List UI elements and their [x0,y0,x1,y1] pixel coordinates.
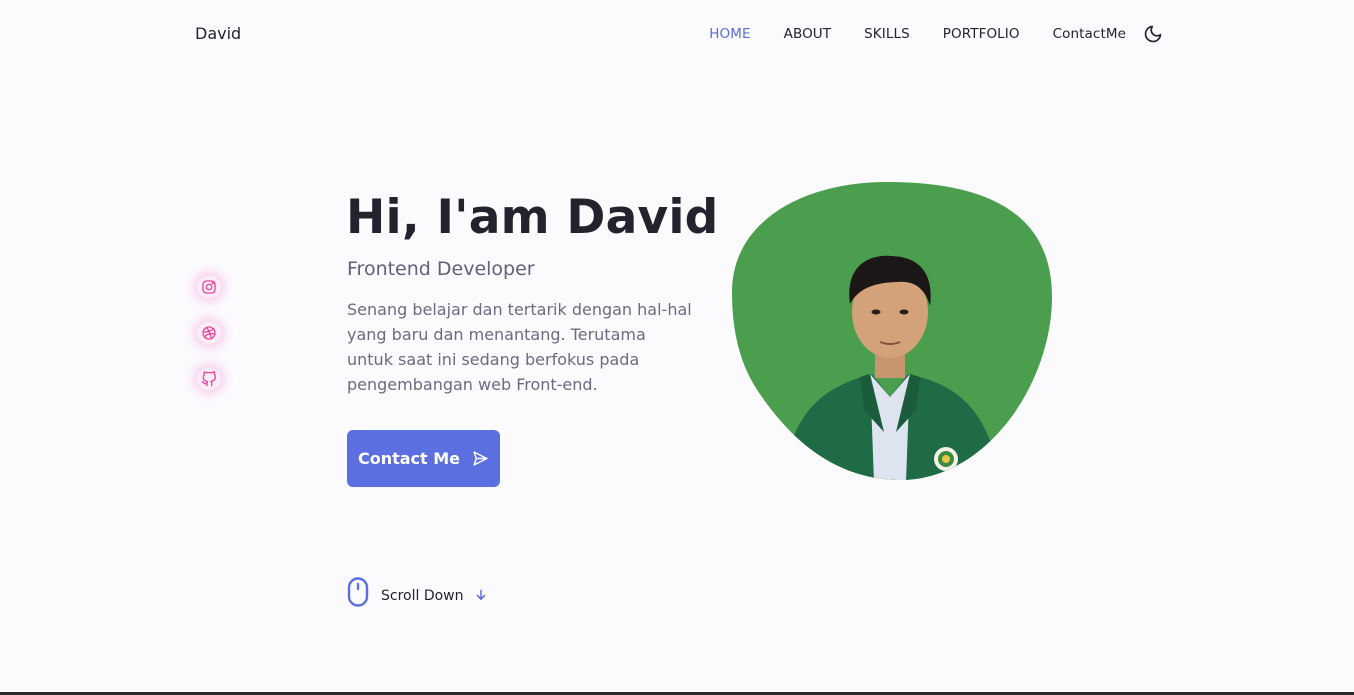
mouse-icon [347,577,369,607]
github-icon [201,371,216,387]
site-header: David HOME ABOUT SKILLS PORTFOLIO Contac… [0,0,1354,68]
dribbble-icon [202,326,216,340]
nav-about[interactable]: ABOUT [784,26,832,42]
hero-subtitle: Frontend Developer [347,258,535,280]
github-link[interactable] [197,368,221,390]
send-icon [473,451,488,466]
profile-blob [732,182,1052,482]
hero-description: Senang belajar dan tertarik dengan hal-h… [347,300,692,394]
instagram-link[interactable] [197,276,221,298]
profile-photo [732,182,1052,481]
contact-me-label: Contact Me [357,449,461,468]
social-links [196,276,222,390]
moon-icon [1144,25,1162,43]
instagram-icon [202,280,216,294]
contact-me-button[interactable]: Contact Me [347,430,500,487]
dribbble-link[interactable] [197,322,221,344]
logo-link[interactable]: David [195,24,241,43]
nav-home[interactable]: HOME [709,26,750,42]
hero-title: Hi, I'am David [346,190,719,245]
scroll-down-label: Scroll Down [381,588,464,604]
arrow-down-icon [476,589,485,600]
theme-toggle-button[interactable] [1141,22,1165,46]
scroll-down-link[interactable]: Scroll Down [347,577,488,607]
nav-contactme[interactable]: ContactMe [1053,26,1126,42]
nav-portfolio[interactable]: PORTFOLIO [943,26,1020,42]
main-nav: HOME ABOUT SKILLS PORTFOLIO ContactMe [709,26,1126,42]
nav-skills[interactable]: SKILLS [864,26,910,42]
